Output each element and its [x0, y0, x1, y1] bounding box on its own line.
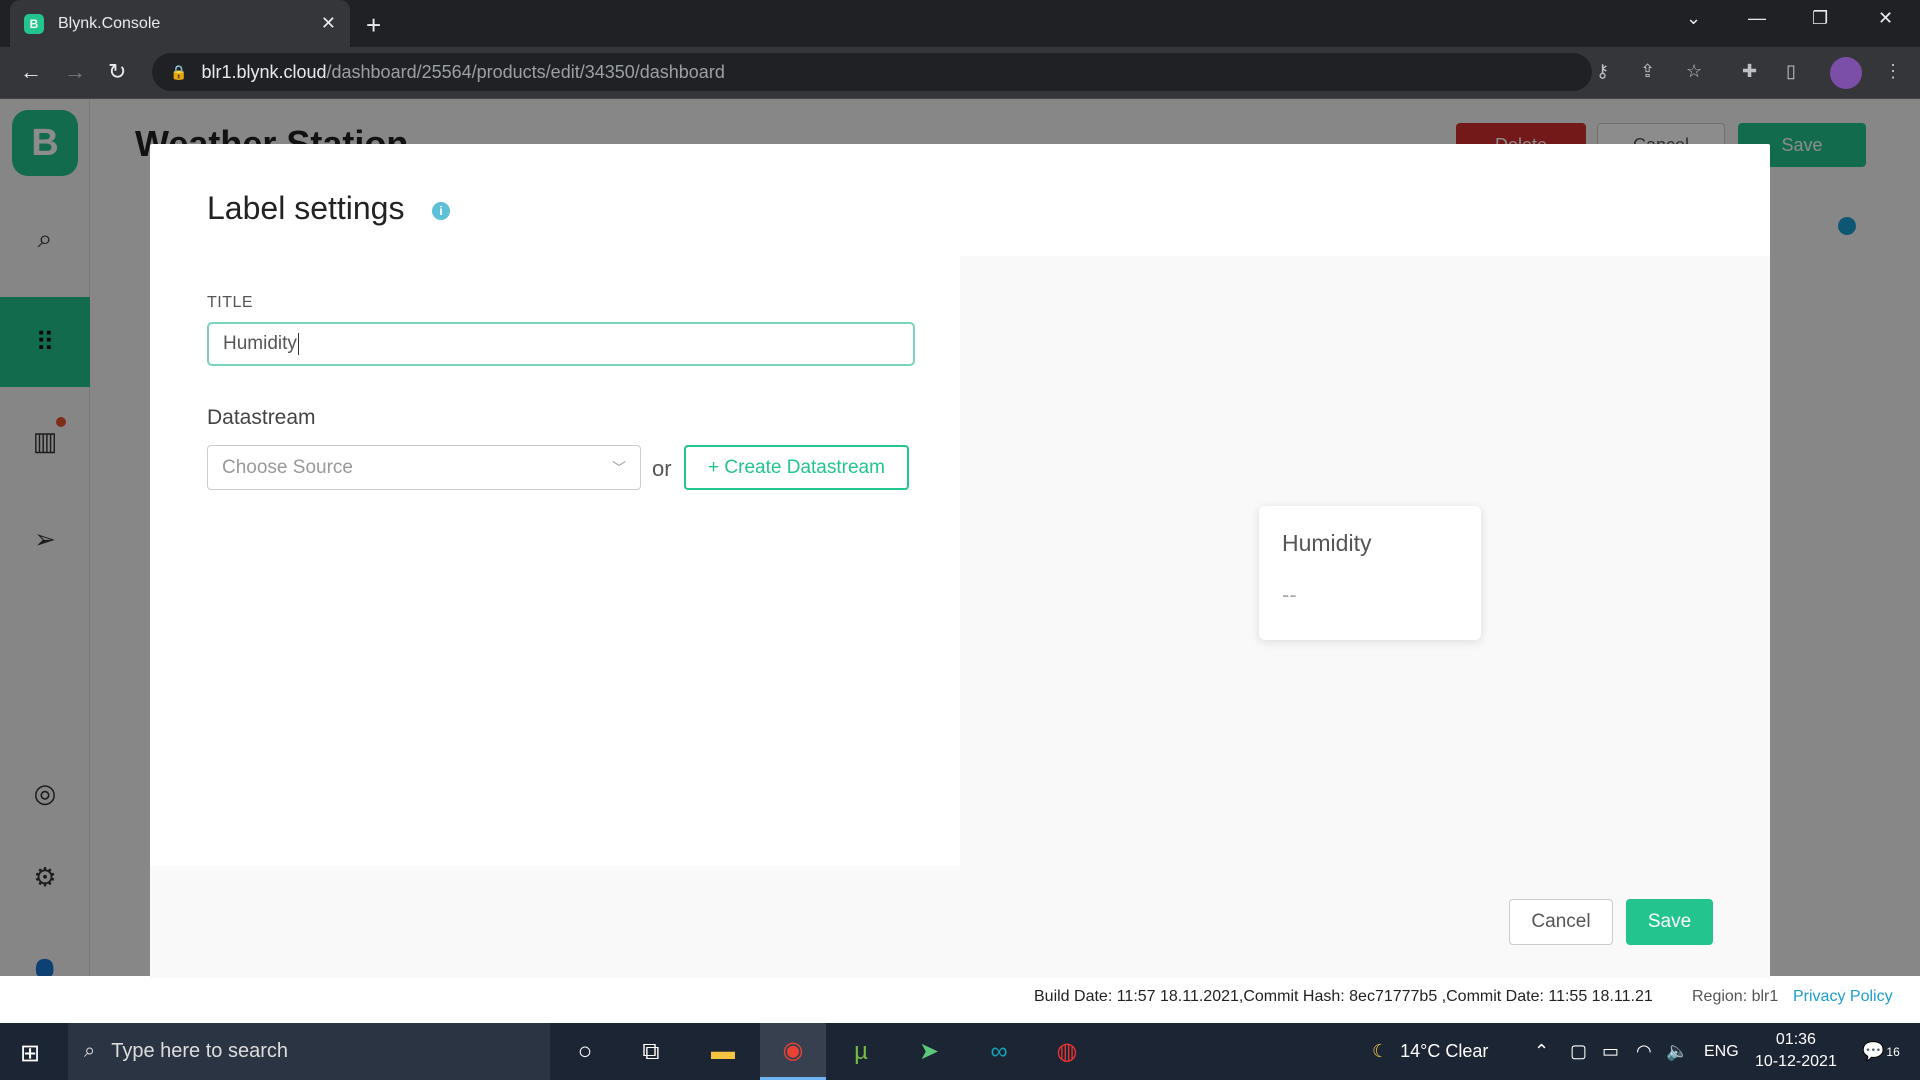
- url-path: /dashboard/25564/products/edit/34350/das…: [326, 61, 725, 82]
- utorrent-icon[interactable]: µ: [828, 1023, 894, 1080]
- lock-icon: 🔒: [170, 63, 188, 80]
- preview-value: --: [1282, 582, 1297, 607]
- title-field-label: TITLE: [207, 294, 254, 311]
- password-key-icon[interactable]: ⚷: [1596, 61, 1609, 82]
- save-button[interactable]: Save: [1626, 899, 1713, 945]
- send-app-icon[interactable]: ➤: [896, 1023, 962, 1080]
- create-datastream-button[interactable]: + Create Datastream: [684, 445, 909, 490]
- modal-footer-area: [150, 866, 960, 978]
- tab-title: Blynk.Console: [58, 14, 161, 32]
- taskbar-search[interactable]: ⌕ Type here to search: [68, 1023, 550, 1080]
- footer: Build Date: 11:57 18.11.2021,Commit Hash…: [0, 976, 1920, 1023]
- browser-toolbar: ← → ↻ 🔒 blr1.blynk.cloud /dashboard/2556…: [0, 47, 1920, 99]
- or-text: or: [652, 456, 672, 481]
- meet-now-icon[interactable]: ▢: [1570, 1023, 1587, 1080]
- taskbar-search-placeholder: Type here to search: [111, 1040, 288, 1062]
- notification-count: 16: [1886, 1044, 1900, 1059]
- info-icon[interactable]: i: [432, 202, 450, 220]
- title-input-value: Humidity: [223, 333, 297, 354]
- clock[interactable]: 01:36 10-12-2021: [1755, 1029, 1837, 1073]
- search-icon: ⌕: [84, 1040, 96, 1062]
- blynk-favicon-icon: B: [24, 13, 44, 34]
- time: 01:36: [1775, 1031, 1816, 1048]
- moon-icon: ☾: [1372, 1041, 1389, 1061]
- address-bar[interactable]: 🔒 blr1.blynk.cloud /dashboard/25564/prod…: [152, 53, 1592, 91]
- tab-search-chevron-icon[interactable]: ⌄: [1686, 8, 1701, 29]
- back-icon[interactable]: ←: [20, 59, 42, 85]
- profile-avatar[interactable]: [1830, 57, 1862, 89]
- bookmark-star-icon[interactable]: ☆: [1686, 61, 1702, 82]
- label-widget-preview: Humidity --: [1259, 506, 1481, 640]
- new-tab-icon[interactable]: +: [366, 10, 381, 41]
- cortana-icon[interactable]: ○: [552, 1023, 618, 1080]
- extensions-puzzle-icon[interactable]: ✚: [1742, 61, 1757, 82]
- close-tab-icon[interactable]: ✕: [321, 13, 336, 34]
- weather-text: 14°C Clear: [1400, 1041, 1489, 1061]
- battery-icon[interactable]: ▭: [1602, 1023, 1619, 1080]
- browser-tab-strip: B Blynk.Console ✕ + ⌄ — ❐ ✕: [0, 0, 1920, 47]
- privacy-policy-link[interactable]: Privacy Policy: [1793, 976, 1893, 1018]
- cancel-button[interactable]: Cancel: [1509, 899, 1613, 945]
- build-info: Build Date: 11:57 18.11.2021,Commit Hash…: [1026, 976, 1661, 1018]
- arduino-icon[interactable]: ∞: [966, 1023, 1032, 1080]
- weather-widget[interactable]: ☾ 14°C Clear: [1372, 1023, 1488, 1080]
- label-settings-modal: Label settings i TITLE Humidity Datastre…: [150, 144, 1770, 978]
- screen-recorder-icon[interactable]: ◍: [1034, 1023, 1100, 1080]
- side-panel-icon[interactable]: ▯: [1786, 61, 1796, 82]
- windows-start-icon[interactable]: ⊞: [20, 1039, 40, 1068]
- url-host: blr1.blynk.cloud: [201, 61, 327, 82]
- title-input[interactable]: Humidity: [207, 322, 915, 366]
- task-view-icon[interactable]: ⧉: [618, 1023, 684, 1080]
- windows-taskbar: ⊞ ⌕ Type here to search ○ ⧉ ▬ ◉ µ ➤ ∞ ◍ …: [0, 1023, 1920, 1080]
- minimize-icon[interactable]: —: [1748, 8, 1766, 29]
- datastream-placeholder: Choose Source: [222, 456, 353, 478]
- restore-icon[interactable]: ❐: [1812, 8, 1828, 29]
- language-indicator[interactable]: ENG: [1704, 1023, 1739, 1080]
- datastream-label: Datastream: [207, 406, 316, 429]
- notification-icon: 💬: [1862, 1041, 1885, 1061]
- region-label: Region: blr1: [1692, 988, 1779, 1005]
- wifi-icon[interactable]: ◠: [1636, 1023, 1652, 1080]
- reload-icon[interactable]: ↻: [108, 59, 126, 85]
- browser-menu-icon[interactable]: ⋮: [1884, 61, 1902, 82]
- forward-icon[interactable]: →: [64, 59, 86, 85]
- chevron-down-icon: ﹀: [612, 460, 626, 476]
- close-window-icon[interactable]: ✕: [1878, 8, 1893, 29]
- browser-tab[interactable]: B Blynk.Console ✕: [10, 0, 350, 47]
- text-caret: [297, 333, 299, 355]
- share-icon[interactable]: ⇪: [1640, 61, 1655, 82]
- datastream-select[interactable]: Choose Source ﹀: [207, 445, 641, 490]
- modal-title: Label settings: [207, 190, 405, 226]
- chrome-icon[interactable]: ◉: [760, 1023, 826, 1080]
- notification-center[interactable]: 💬 16: [1862, 1023, 1900, 1080]
- tray-overflow-icon[interactable]: ⌃: [1534, 1023, 1549, 1080]
- date: 10-12-2021: [1755, 1053, 1837, 1070]
- file-explorer-icon[interactable]: ▬: [690, 1023, 756, 1080]
- volume-icon[interactable]: 🔈: [1666, 1023, 1688, 1080]
- preview-title: Humidity: [1282, 530, 1372, 556]
